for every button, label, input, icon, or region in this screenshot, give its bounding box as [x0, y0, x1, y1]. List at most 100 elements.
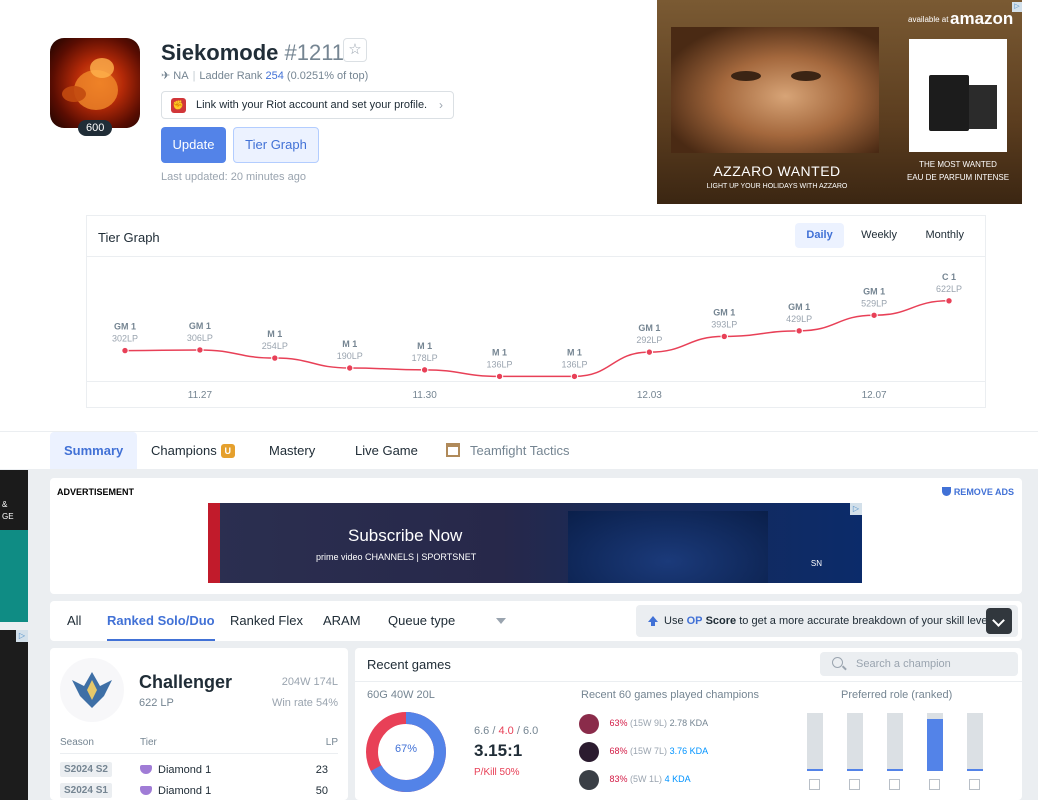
op-score-note: Use OP Score to get a more accurate brea… [636, 605, 1018, 637]
queue-all[interactable]: All [67, 601, 81, 641]
region: NA [173, 70, 189, 82]
shield-icon [941, 487, 951, 496]
op-suffix: to get a more accurate breakdown of your… [739, 615, 993, 627]
rank-lp: 622 LP [139, 697, 174, 709]
tier-point[interactable] [196, 346, 204, 354]
date-tick-label: 11.30 [412, 390, 437, 401]
avg-deaths: 4.0 [498, 725, 514, 737]
season-divider [60, 753, 338, 754]
kda-ratio: 3.15:1 [474, 741, 523, 760]
season-tier: Diamond 1 [140, 764, 211, 776]
tab-mastery[interactable]: Mastery [255, 432, 329, 469]
tier-point[interactable] [495, 372, 504, 381]
remove-ads-link[interactable]: REMOVE ADS [941, 487, 1014, 497]
tab-summary[interactable]: Summary [50, 432, 138, 469]
tier-series-line [124, 300, 950, 378]
advertisement-label: ADVERTISEMENT [57, 487, 135, 497]
tier-point-lp-label: 429LP [786, 314, 812, 324]
ad-subtitle: LIGHT UP YOUR HOLIDAYS WITH AZZARO [706, 183, 848, 190]
side-advertisement[interactable]: & GE [0, 470, 28, 622]
champ-winrate: 68% [609, 746, 628, 756]
side-ad-info-icon[interactable]: ▷ [16, 630, 28, 642]
champ-winrate: 83% [609, 774, 628, 784]
op-score: Score [705, 615, 737, 627]
last-updated: Last updated: 20 minutes ago [161, 171, 306, 183]
tier-point-lp-label: 292LP [636, 335, 662, 345]
tier-point[interactable] [346, 364, 354, 372]
tier-graph-chart: GM 1 302LP GM 1 306LP M 1 254LP M 1 190LP M 1 178… [112, 272, 962, 401]
side-advertisement-2[interactable]: ▷ [0, 630, 28, 800]
tier-point[interactable] [420, 366, 429, 374]
queue-ranked-solo[interactable]: Ranked Solo/Duo [107, 601, 215, 641]
recent-divider [355, 681, 1022, 682]
riot-icon: ✊ [171, 98, 186, 113]
rank-tier: Challenger [139, 672, 233, 692]
tier-graph-button[interactable]: Tier Graph [233, 127, 319, 163]
tier-point[interactable] [121, 346, 129, 355]
profile-icon [50, 38, 140, 128]
role-fill-jungle [847, 769, 863, 771]
tab-champions[interactable]: Champions U [137, 432, 249, 469]
tab-live-game[interactable]: Live Game [341, 432, 432, 469]
riot-link-text: Link with your Riot account and set your… [196, 99, 428, 111]
tab-summary-label: Summary [64, 443, 124, 458]
queue-aram[interactable]: ARAM [323, 601, 361, 641]
date-tick-label: 12.03 [637, 390, 662, 401]
tier-point-tier-label: GM 1 [863, 286, 885, 296]
champ-record: (15W 9L) [630, 718, 668, 728]
banner-subtitle: prime video CHANNELS | SPORTSNET [316, 552, 477, 562]
avg-kills: 6.6 [474, 725, 490, 737]
tier-point-tier-label: M 1 [342, 339, 357, 349]
header-lp: LP [325, 737, 338, 748]
op-toggle-button[interactable] [986, 608, 1012, 634]
kill-participation: P/Kill 50% [474, 767, 520, 778]
top-advertisement[interactable]: available at amazon ▷ AZZARO WANTED LIGH… [657, 0, 1022, 204]
favorite-star-icon[interactable]: ☆ [343, 38, 367, 62]
banner-info-icon[interactable]: ▷ [850, 503, 862, 515]
tier-point[interactable] [271, 354, 279, 362]
ladder-rank[interactable]: 254 [265, 70, 283, 82]
role-fill-adc [927, 719, 943, 771]
profile-meta: ✈ NA | Ladder Rank 254 (0.0251% of top) [161, 70, 369, 82]
chevron-right-icon: › [439, 98, 443, 112]
header-season: Season [60, 737, 94, 748]
champions-update-badge: U [220, 444, 235, 458]
role-fill-support [967, 769, 983, 771]
list-item[interactable]: 83% (5W 1L) 4 KDA [579, 768, 691, 790]
chevron-down-icon[interactable] [496, 618, 506, 624]
ad-info-icon[interactable]: ▷ [1012, 2, 1022, 12]
tier-point[interactable] [645, 348, 654, 356]
advertisement-box: ADVERTISEMENT REMOVE ADS Subscribe Now p… [50, 478, 1022, 594]
avatar-art [62, 58, 118, 110]
region-icon: ✈ [161, 70, 174, 82]
role-bar-jungle [847, 713, 863, 771]
role-bar-support [967, 713, 983, 771]
tier-point-lp-label: 178LP [412, 353, 438, 363]
top-role-icon [809, 779, 820, 790]
support-role-icon [969, 779, 980, 790]
summoner-name: Siekomode #1211 [161, 40, 344, 66]
op-prefix: Use [664, 615, 684, 627]
champion-search-input[interactable]: Search a champion [820, 652, 1018, 676]
queue-ranked-flex[interactable]: Ranked Flex [230, 601, 303, 641]
tier-point[interactable] [945, 297, 953, 305]
banner-ad[interactable]: Subscribe Now prime video CHANNELS | SPO… [208, 503, 862, 583]
tier-point[interactable] [870, 311, 878, 319]
tab-teamfight-tactics[interactable]: Teamfight Tactics [432, 432, 583, 469]
queue-type-select[interactable]: Queue type [388, 601, 455, 641]
ad-perfume-bottle [929, 75, 969, 131]
list-item[interactable]: 68% (15W 7L) 3.76 KDA [579, 740, 708, 762]
tier-point[interactable] [720, 332, 728, 341]
games-summary: 60G 40W 20L [367, 689, 435, 701]
search-placeholder: Search a champion [856, 658, 951, 670]
tier-point[interactable] [570, 372, 579, 381]
update-button[interactable]: Update [161, 127, 226, 163]
ladder-label: Ladder Rank [199, 70, 263, 82]
riot-link-button[interactable]: ✊ Link with your Riot account and set yo… [161, 91, 454, 119]
list-item[interactable]: 63% (15W 9L) 2.78 KDA [579, 712, 708, 734]
tier-point[interactable] [795, 327, 803, 335]
queue-filter-bar: All Ranked Solo/Duo Ranked Flex ARAM Que… [50, 601, 1022, 641]
champion-icon [579, 741, 599, 762]
tft-icon [446, 443, 460, 457]
role-bar-top [807, 713, 823, 771]
